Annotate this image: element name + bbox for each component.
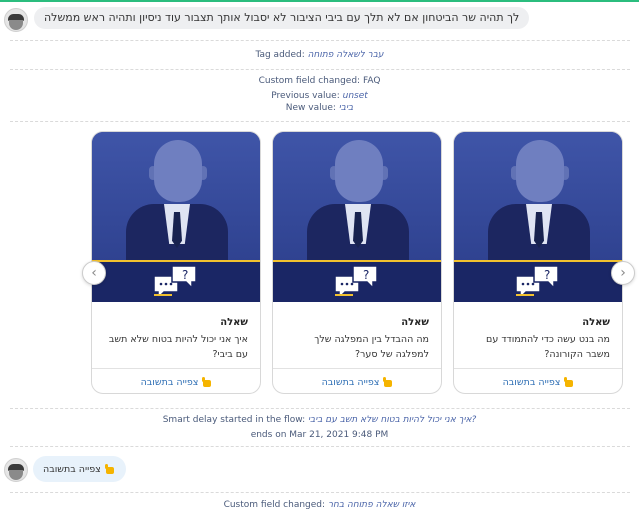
divider [10, 408, 630, 409]
divider [10, 446, 630, 447]
carousel-card: ? שאלה מה בנט עשה כדי להתמודד עם משבר הק… [453, 131, 623, 394]
card-image: ? [454, 132, 622, 302]
previous-value: unset [342, 91, 368, 101]
smart-delay-label: Smart delay started in the flow: [162, 415, 306, 425]
card-title: שאלה [582, 317, 610, 328]
speech-bubbles-icon: ? [515, 265, 559, 300]
reply-label: צפייה בתשובה [43, 463, 101, 475]
tag-added-label: Tag added: [255, 50, 305, 60]
view-answer-label: צפייה בתשובה [140, 377, 199, 388]
carousel-card: ? שאלה מה ההבדל בין המפלגה שלך למפלגה של… [272, 131, 442, 394]
user-message-bubble: לך תהיה שר הביטחון אם לא תלך עם ביבי הצי… [34, 7, 530, 29]
smart-delay-event: Smart delay started in the flow: איך אני… [0, 414, 639, 441]
tag-added-event: Tag added: עבר לשאלה פתוחה [0, 49, 639, 61]
card-title: שאלה [401, 317, 429, 328]
speech-bubbles-icon: ? [334, 265, 378, 300]
card-question: מה בנט עשה כדי להתמודד עם משבר הקורונה? [486, 334, 610, 360]
user-reply-bubble: צפייה בתשובה [33, 456, 126, 482]
tag-name: עבר לשאלה פתוחה [307, 50, 384, 60]
card-question: מה ההבדל בין המפלגה שלך למפלגה של סער? [314, 334, 429, 360]
view-answer-button[interactable]: צפייה בתשובה [273, 368, 441, 393]
custom-field-name: FAQ [362, 76, 381, 86]
view-answer-button[interactable]: צפייה בתשובה [454, 368, 622, 393]
custom-field-label: Custom field changed: [258, 76, 361, 86]
top-accent-line [0, 0, 639, 2]
smart-delay-ends: ends on Mar 21, 2021 9:48 PM [250, 430, 389, 440]
pointing-hand-icon [202, 377, 213, 388]
divider [10, 492, 630, 493]
divider [10, 69, 630, 70]
view-answer-label: צפייה בתשובה [321, 377, 380, 388]
card-question: איך אני יכול להיות בטוח שלא תשב עם ביבי? [108, 334, 248, 360]
carousel-prev-button[interactable]: ‹ [82, 261, 106, 285]
speech-bubbles-icon: ? [153, 265, 197, 300]
pointing-hand-icon [564, 377, 575, 388]
user-avatar-icon[interactable] [4, 458, 28, 482]
carousel-card: ? שאלה איך אני יכול להיות בטוח שלא תשב ע… [91, 131, 261, 394]
view-answer-button[interactable]: צפייה בתשובה [92, 368, 260, 393]
previous-value-label: Previous value: [271, 91, 340, 101]
bottom-custom-field-event: Custom field changed: איזו שאלה פתוחה בח… [0, 499, 639, 511]
bottom-custom-field-label: Custom field changed: [223, 500, 326, 510]
divider [10, 121, 630, 122]
chevron-right-icon: › [620, 265, 626, 281]
pointing-hand-icon [383, 377, 394, 388]
new-value: ביבי [338, 103, 354, 113]
custom-field-event: Custom field changed: FAQ Previous value… [0, 75, 639, 114]
svg-text:?: ? [363, 268, 369, 282]
divider [10, 40, 630, 41]
card-image: ? [92, 132, 260, 302]
card-image: ? [273, 132, 441, 302]
pointing-hand-icon [104, 463, 116, 475]
svg-text:?: ? [182, 268, 188, 282]
user-avatar-icon[interactable] [4, 8, 28, 32]
smart-delay-flow-link[interactable]: איך אני יכול להיות בטוח שלא תשב עם ביבי? [308, 415, 476, 425]
carousel-next-button[interactable]: › [611, 261, 635, 285]
card-title: שאלה [220, 317, 248, 328]
chevron-left-icon: ‹ [91, 265, 97, 281]
view-answer-label: צפייה בתשובה [502, 377, 561, 388]
new-value-label: New value: [285, 103, 336, 113]
svg-text:?: ? [544, 268, 550, 282]
bottom-custom-field-value: איזו שאלה פתוחה בחר [327, 500, 416, 510]
